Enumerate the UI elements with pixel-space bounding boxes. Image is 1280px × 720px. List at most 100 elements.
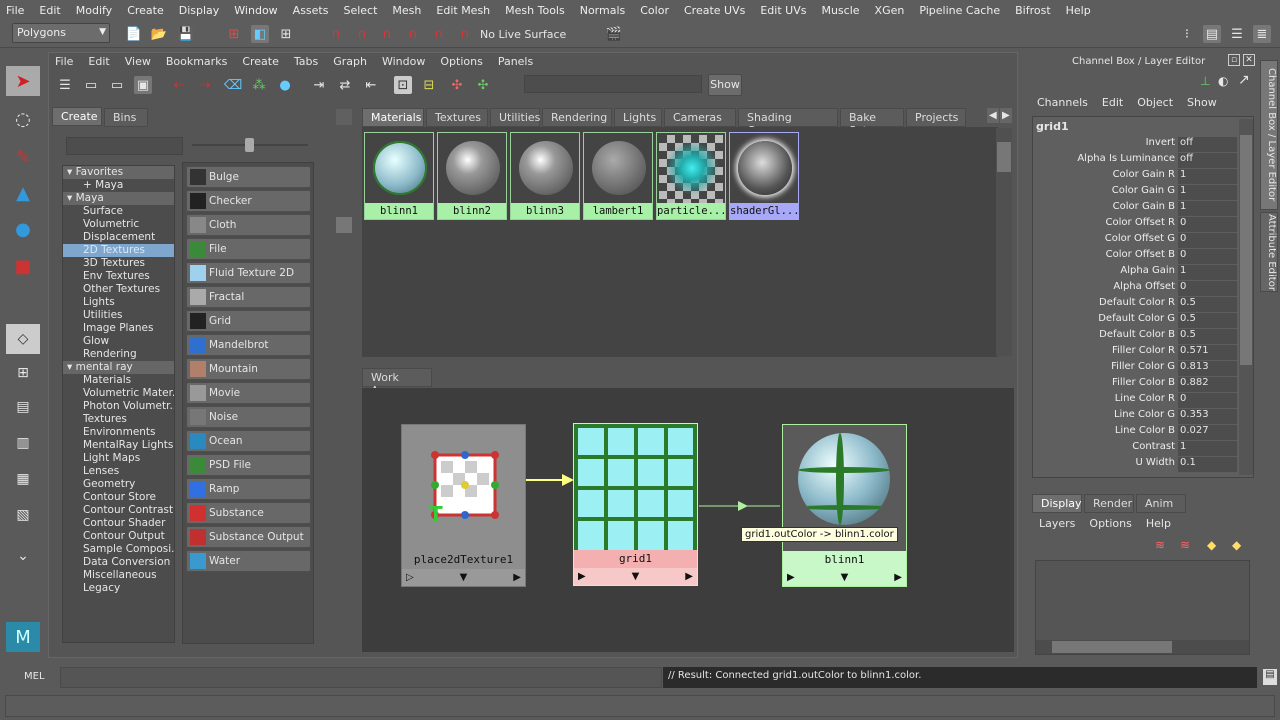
channel-box-toggle-icon[interactable]: ≣ (1253, 25, 1271, 43)
make-live-icon[interactable]: ∩ (456, 25, 474, 43)
menu-xgen[interactable]: XGen (875, 4, 905, 17)
menu-edit-mesh[interactable]: Edit Mesh (436, 4, 490, 17)
menu-help[interactable]: Help (1066, 4, 1091, 17)
manipulator-icon[interactable]: ◐ (1218, 74, 1228, 88)
graph-downstream-icon[interactable]: ⇢ (196, 76, 214, 94)
play-icon[interactable]: ▷ (406, 572, 414, 583)
create-node-button[interactable]: Cloth (186, 214, 311, 236)
show-top-tabs-icon[interactable]: ▭ (82, 76, 100, 94)
tree-item[interactable]: Geometry (63, 478, 174, 491)
layer-menu-options[interactable]: Options (1089, 517, 1131, 530)
channel-row[interactable]: Line Color G 0.353 (1033, 409, 1237, 425)
channel-row[interactable]: U Width 0.1 (1033, 457, 1237, 473)
snap-point-icon[interactable]: ∩ (378, 25, 396, 43)
material-swatch[interactable]: particle... (656, 132, 726, 220)
create-node-button[interactable]: Mandelbrot (186, 334, 311, 356)
select-hierarchy-icon[interactable]: ⊞ (225, 25, 243, 43)
tree-item[interactable]: Glow (63, 335, 174, 348)
channel-box-scrollbar[interactable] (1239, 119, 1253, 475)
channel-row[interactable]: Line Color B 0.027 (1033, 425, 1237, 441)
create-node-button[interactable]: Fractal (186, 286, 311, 308)
select-object-icon[interactable]: ◧ (251, 25, 269, 43)
side-tab-channel-box[interactable]: Channel Box / Layer Editor (1260, 60, 1278, 210)
tree-item[interactable]: Contour Store (63, 491, 174, 504)
tree-item[interactable]: + Maya (63, 179, 174, 192)
create-node-button[interactable]: Substance Output (186, 526, 311, 548)
channel-row[interactable]: Alpha Gain 1 (1033, 265, 1237, 281)
channel-value[interactable]: 0 (1178, 281, 1237, 297)
hide-attributes-icon[interactable]: ✣ (448, 76, 466, 94)
four-view-layout-icon[interactable]: ⊞ (6, 358, 40, 388)
script-editor-icon[interactable]: ▤ (1263, 669, 1277, 685)
channel-row[interactable]: Color Offset B0 (1033, 249, 1237, 265)
hs-menu-create[interactable]: Create (242, 55, 279, 68)
swatch-scrollbar[interactable] (996, 128, 1012, 356)
tab-shading-groups[interactable]: Shading Groups (738, 108, 838, 137)
render-settings-icon[interactable]: 🎬 (605, 25, 623, 43)
hs-menu-panels[interactable]: Panels (498, 55, 533, 68)
channel-row[interactable]: Default Color R 0.5 (1033, 297, 1237, 313)
clear-graph-icon[interactable]: ⌫ (224, 76, 242, 94)
channel-row[interactable]: Line Color R0 (1033, 393, 1237, 409)
snap-view-icon[interactable]: ∩ (404, 25, 422, 43)
hs-menu-graph[interactable]: Graph (333, 55, 367, 68)
material-swatch[interactable]: blinn3 (510, 132, 580, 220)
menu-create[interactable]: Create (127, 4, 164, 17)
channel-value[interactable]: 0.353 (1178, 409, 1237, 425)
sort-by-type-icon[interactable]: ⊟ (420, 76, 438, 94)
move-down-layer-icon[interactable]: ◆ (1232, 538, 1241, 552)
play-right-icon[interactable]: ▶ (685, 571, 693, 582)
tab-textures[interactable]: Textures (426, 108, 488, 127)
hs-menu-file[interactable]: File (55, 55, 73, 68)
tree-item[interactable]: Utilities (63, 309, 174, 322)
channel-value[interactable]: 0.1 (1178, 457, 1237, 473)
expand-triangle-icon[interactable]: ▾ (67, 166, 76, 178)
tree-item[interactable]: ▾ Maya (63, 192, 174, 205)
create-node-button[interactable]: File (186, 238, 311, 260)
channel-row[interactable]: Color Gain R1 (1033, 169, 1237, 185)
layout-icon[interactable] (336, 109, 352, 125)
channel-value[interactable]: 0 (1178, 249, 1237, 265)
tree-item[interactable]: Contour Shader (63, 517, 174, 530)
hs-menu-window[interactable]: Window (382, 55, 425, 68)
arrow-icon[interactable]: ↗ (1238, 72, 1250, 88)
cb-menu-object[interactable]: Object (1137, 96, 1173, 109)
tree-item[interactable]: Lights (63, 296, 174, 309)
tree-item[interactable]: Environments (63, 426, 174, 439)
menu-bifrost[interactable]: Bifrost (1015, 4, 1051, 17)
lasso-tool-icon[interactable]: ◌ (6, 104, 40, 134)
channel-value[interactable]: 1 (1178, 169, 1237, 185)
hs-menu-edit[interactable]: Edit (88, 55, 109, 68)
show-input-connections-icon[interactable]: ⇥ (310, 76, 328, 94)
graph-upstream-icon[interactable]: ⇠ (170, 76, 188, 94)
menu-mesh-tools[interactable]: Mesh Tools (505, 4, 565, 17)
channel-value[interactable]: 1 (1178, 265, 1237, 281)
tree-item[interactable]: 3D Textures (63, 257, 174, 270)
select-tool-icon[interactable]: ➤ (6, 66, 40, 96)
material-swatch[interactable]: lambert1 (583, 132, 653, 220)
tree-item[interactable]: 2D Textures (63, 244, 174, 257)
tab-materials[interactable]: Materials (362, 108, 424, 127)
tree-item[interactable]: Textures (63, 413, 174, 426)
menu-muscle[interactable]: Muscle (821, 4, 859, 17)
channel-value[interactable]: 0 (1178, 393, 1237, 409)
channel-row[interactable]: Filler Color G 0.813 (1033, 361, 1237, 377)
attribute-editor-toggle-icon[interactable]: ▤ (1203, 25, 1221, 43)
pencil-icon[interactable] (336, 217, 352, 233)
rearrange-graph-icon[interactable]: ⁂ (250, 76, 268, 94)
layer-menu-help[interactable]: Help (1146, 517, 1171, 530)
channel-row[interactable]: Contrast 1 (1033, 441, 1237, 457)
create-node-button[interactable]: Movie (186, 382, 311, 404)
expand-icon[interactable]: ▼ (460, 572, 468, 583)
channel-row[interactable]: Default Color B 0.5 (1033, 329, 1237, 345)
channel-value[interactable]: 0.813 (1178, 361, 1237, 377)
show-button[interactable]: Show (708, 74, 742, 96)
tree-item[interactable]: Sample Composi... (63, 543, 174, 556)
channel-value[interactable]: 1 (1178, 185, 1237, 201)
icon-size-slider-handle[interactable] (245, 138, 254, 152)
menu-set-dropdown[interactable]: Polygons ▼ (12, 23, 110, 43)
channel-row[interactable]: Color Offset G0 (1033, 233, 1237, 249)
show-both-tabs-icon[interactable]: ▣ (134, 76, 152, 94)
menu-normals[interactable]: Normals (580, 4, 626, 17)
hs-menu-options[interactable]: Options (440, 55, 482, 68)
